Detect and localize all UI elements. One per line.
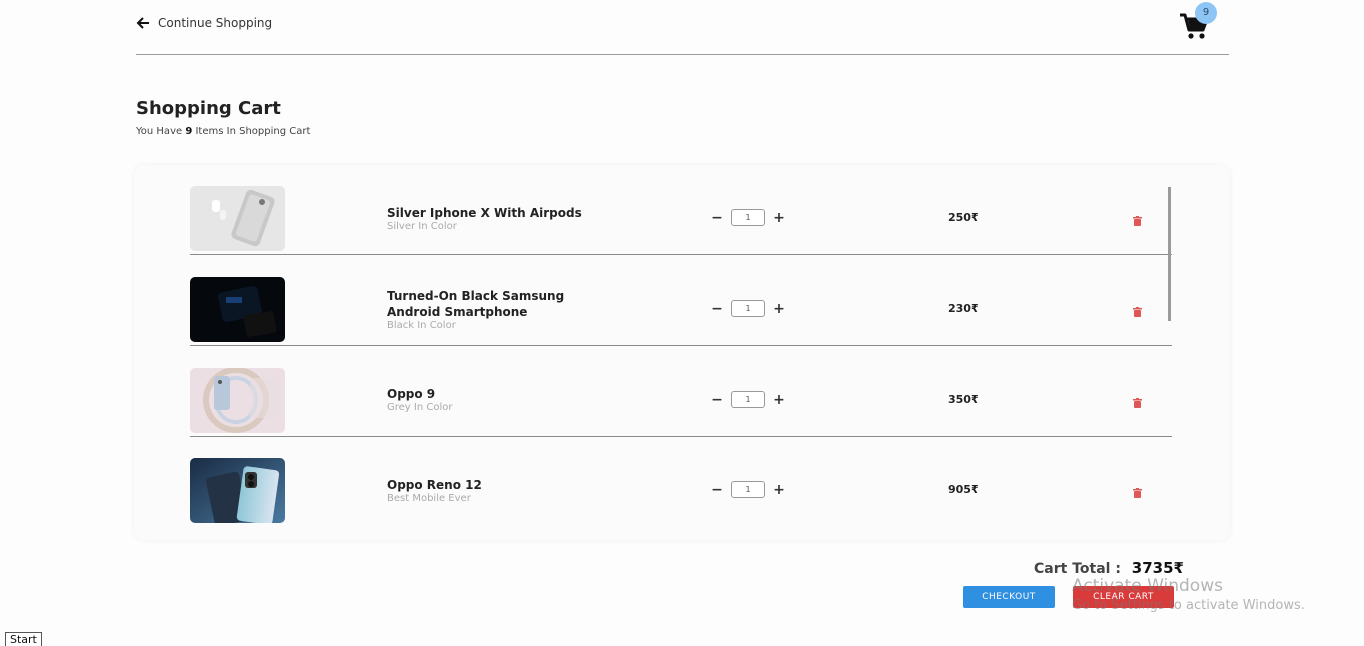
trash-icon: [1133, 398, 1142, 408]
product-subtitle: Black In Color: [387, 320, 456, 331]
quantity-stepper: − +: [710, 481, 786, 498]
quantity-stepper: − +: [710, 300, 786, 317]
list-scrollbar[interactable]: [1168, 187, 1171, 321]
cart-page: Continue Shopping 9 Shopping Cart You Ha…: [0, 0, 1364, 646]
product-subtitle: Grey In Color: [387, 402, 453, 413]
product-name: Turned-On Black Samsung Android Smartpho…: [387, 289, 565, 319]
product-image: [190, 368, 285, 433]
continue-shopping-label: Continue Shopping: [158, 16, 273, 30]
decrease-quantity-button[interactable]: −: [710, 211, 724, 225]
continue-shopping-link[interactable]: Continue Shopping: [136, 16, 272, 30]
quantity-input[interactable]: [731, 391, 765, 408]
product-price: 905₹: [948, 483, 979, 496]
cart-item-row: Oppo 9 Grey In Color − + 350₹: [190, 347, 1172, 437]
delete-item-button[interactable]: [1133, 483, 1142, 502]
clear-cart-button[interactable]: CLEAR CART: [1073, 586, 1174, 608]
trash-icon: [1133, 216, 1142, 226]
decrease-quantity-button[interactable]: −: [710, 302, 724, 316]
cart-item-row: Silver Iphone X With Airpods Silver In C…: [190, 165, 1172, 255]
delete-item-button[interactable]: [1133, 211, 1142, 230]
cart-item-row: Turned-On Black Samsung Android Smartpho…: [190, 256, 1172, 346]
cart-subtitle: You Have 9 Items In Shopping Cart: [136, 126, 310, 137]
delete-item-button[interactable]: [1133, 393, 1142, 412]
quantity-stepper: − +: [710, 209, 786, 226]
quantity-input[interactable]: [731, 481, 765, 498]
product-image: [190, 458, 285, 523]
product-image: [190, 277, 285, 342]
quantity-input[interactable]: [731, 209, 765, 226]
product-subtitle: Best Mobile Ever: [387, 493, 471, 504]
decrease-quantity-button[interactable]: −: [710, 483, 724, 497]
trash-icon: [1133, 307, 1142, 317]
arrow-left-icon: [136, 17, 149, 29]
start-button[interactable]: Start: [5, 632, 42, 646]
decrease-quantity-button[interactable]: −: [710, 393, 724, 407]
product-image: [190, 186, 285, 251]
item-count: 9: [185, 126, 193, 137]
trash-icon: [1133, 488, 1142, 498]
cart-count-badge: 9: [1195, 2, 1217, 24]
cart-total-label: Cart Total :: [1034, 561, 1121, 577]
quantity-input[interactable]: [731, 300, 765, 317]
checkout-button[interactable]: CHECKOUT: [963, 586, 1055, 608]
product-name: Silver Iphone X With Airpods: [387, 206, 582, 220]
product-price: 230₹: [948, 302, 979, 315]
top-navigation: Continue Shopping 9: [136, 0, 1229, 55]
product-name: Oppo Reno 12: [387, 478, 482, 492]
cart-items-list[interactable]: Silver Iphone X With Airpods Silver In C…: [134, 165, 1230, 540]
product-name: Oppo 9: [387, 387, 436, 401]
quantity-stepper: − +: [710, 391, 786, 408]
subtitle-suffix: Items In Shopping Cart: [195, 126, 311, 137]
cart-item-row: Oppo Reno 12 Best Mobile Ever − + 905₹: [190, 437, 1172, 527]
product-price: 350₹: [948, 393, 979, 406]
increase-quantity-button[interactable]: +: [772, 393, 786, 407]
page-title: Shopping Cart: [136, 98, 281, 119]
increase-quantity-button[interactable]: +: [772, 302, 786, 316]
product-price: 250₹: [948, 211, 979, 224]
subtitle-prefix: You Have: [136, 126, 183, 137]
cart-total: Cart Total : 3735₹: [1034, 559, 1184, 577]
delete-item-button[interactable]: [1133, 302, 1142, 321]
product-subtitle: Silver In Color: [387, 221, 457, 232]
increase-quantity-button[interactable]: +: [772, 211, 786, 225]
cart-total-value: 3735₹: [1131, 559, 1184, 577]
cart-button[interactable]: 9: [1179, 2, 1217, 40]
increase-quantity-button[interactable]: +: [772, 483, 786, 497]
